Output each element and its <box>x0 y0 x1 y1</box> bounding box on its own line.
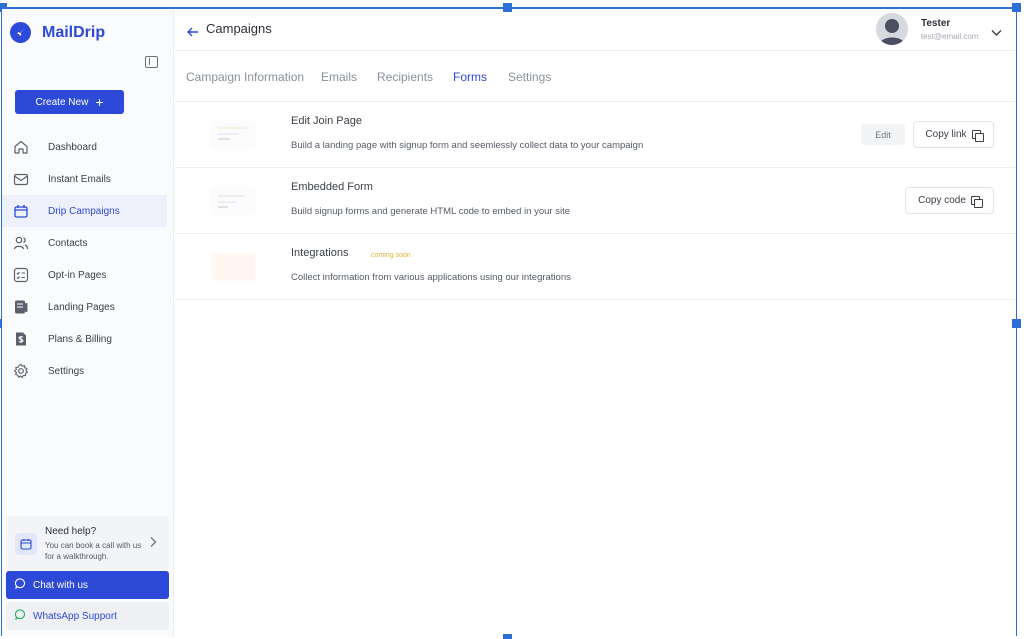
create-new-button[interactable]: Create New + <box>15 90 124 114</box>
form-row-description: Collect information from various applica… <box>291 272 571 283</box>
tab-campaign-information[interactable]: Campaign Information <box>186 70 304 84</box>
billing-icon <box>12 331 29 348</box>
form-row-join-page: Edit Join Page Build a landing page with… <box>175 102 1016 168</box>
help-subtitle: You can book a call with us for a walkth… <box>45 541 142 561</box>
sidebar-item-label: Contacts <box>48 237 88 249</box>
sidebar-item-opt-in-pages[interactable]: Opt-in Pages <box>2 259 174 291</box>
resize-handle-right[interactable] <box>1012 319 1021 328</box>
sidebar-item-label: Plans & Billing <box>48 333 112 345</box>
whatsapp-label: WhatsApp Support <box>33 610 117 622</box>
join-page-thumbnail <box>212 122 255 148</box>
sidebar: MailDrip Create New + Dashboard Instant … <box>2 9 174 637</box>
copy-link-button[interactable]: Copy link <box>913 121 994 148</box>
brand-name: MailDrip <box>42 23 106 41</box>
chevron-right-icon <box>149 535 157 553</box>
sidebar-nav: Dashboard Instant Emails Drip Campaigns … <box>2 131 174 387</box>
tab-forms[interactable]: Forms <box>453 70 487 84</box>
chat-with-us-button[interactable]: Chat with us <box>6 571 169 599</box>
top-header: Campaigns Tester test@email.com <box>175 9 1016 51</box>
pages-icon <box>12 299 29 316</box>
form-row-description: Build signup forms and generate HTML cod… <box>291 206 570 217</box>
integrations-thumbnail <box>212 254 255 280</box>
rocket-logo-icon <box>10 22 31 43</box>
plus-icon: + <box>95 94 104 110</box>
sidebar-item-label: Opt-in Pages <box>48 269 107 281</box>
embedded-form-thumbnail <box>212 188 255 214</box>
coming-soon-badge: coming soon <box>371 252 411 259</box>
user-avatar[interactable] <box>876 13 908 45</box>
sidebar-item-contacts[interactable]: Contacts <box>2 227 174 259</box>
campaign-tabs: Campaign Information Emails Recipients F… <box>175 52 1016 102</box>
sidebar-item-instant-emails[interactable]: Instant Emails <box>2 163 174 195</box>
copy-icon <box>970 195 983 208</box>
form-row-embedded-form: Embedded Form Build signup forms and gen… <box>175 168 1016 234</box>
resize-handle-bottom[interactable] <box>503 634 512 639</box>
create-new-label: Create New <box>35 96 89 108</box>
form-row-description: Build a landing page with signup form an… <box>291 140 644 151</box>
page-title: Campaigns <box>206 21 272 36</box>
users-icon <box>12 235 29 252</box>
form-row-title: Edit Join Page <box>291 115 362 127</box>
user-email: test@email.com <box>921 32 979 41</box>
back-arrow-icon[interactable] <box>187 24 199 42</box>
mail-icon <box>12 171 29 188</box>
chevron-down-icon[interactable] <box>991 24 1002 42</box>
home-icon <box>12 139 29 156</box>
help-title: Need help? <box>45 526 97 537</box>
tab-recipients[interactable]: Recipients <box>377 70 433 84</box>
form-row-title: Integrations <box>291 247 349 259</box>
tab-settings[interactable]: Settings <box>508 70 551 84</box>
help-card[interactable]: Need help? You can book a call with us f… <box>6 516 169 570</box>
box-icon <box>12 203 29 220</box>
chat-label: Chat with us <box>33 579 89 591</box>
whatsapp-support-button[interactable]: WhatsApp Support <box>6 602 169 630</box>
tab-emails[interactable]: Emails <box>321 70 357 84</box>
checklist-icon <box>12 267 29 284</box>
sidebar-item-label: Landing Pages <box>48 301 115 313</box>
sidebar-item-label: Dashboard <box>48 141 97 153</box>
copy-link-label: Copy link <box>925 129 967 140</box>
gear-icon <box>12 363 29 380</box>
sidebar-item-label: Drip Campaigns <box>48 205 120 217</box>
whatsapp-icon <box>14 609 26 623</box>
form-row-title: Embedded Form <box>291 181 373 193</box>
copy-icon <box>971 129 984 142</box>
user-name: Tester <box>921 18 951 29</box>
copy-code-label: Copy code <box>918 195 966 206</box>
sidebar-item-plans-billing[interactable]: Plans & Billing <box>2 323 174 355</box>
sidebar-item-settings[interactable]: Settings <box>2 355 174 387</box>
form-row-integrations: Integrations coming soon Collect informa… <box>175 234 1016 300</box>
brand[interactable]: MailDrip <box>10 22 105 43</box>
sidebar-item-landing-pages[interactable]: Landing Pages <box>2 291 174 323</box>
sidebar-item-drip-campaigns[interactable]: Drip Campaigns <box>2 195 167 227</box>
chat-bubble-icon <box>14 578 26 592</box>
sidebar-collapse-icon[interactable] <box>145 56 158 68</box>
calendar-icon <box>15 533 37 555</box>
sidebar-item-label: Instant Emails <box>48 173 111 185</box>
sidebar-item-dashboard[interactable]: Dashboard <box>2 131 174 163</box>
copy-code-button[interactable]: Copy code <box>905 187 994 214</box>
edit-join-page-button[interactable]: Edit <box>861 124 905 145</box>
sidebar-item-label: Settings <box>48 365 85 377</box>
